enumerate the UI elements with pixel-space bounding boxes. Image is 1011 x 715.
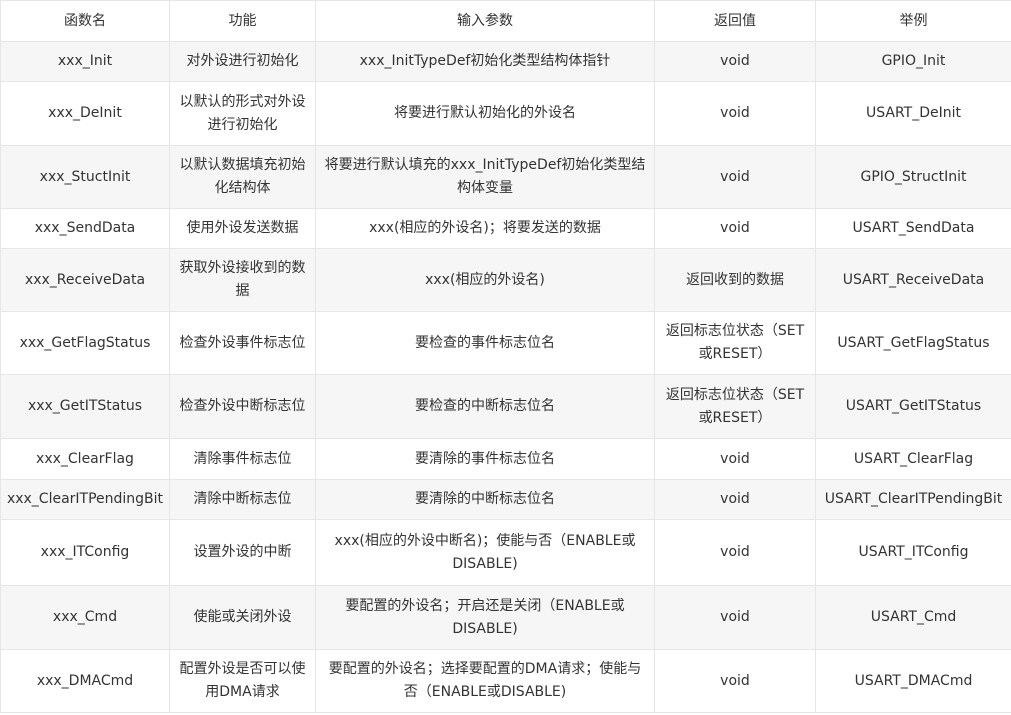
table-row: xxx_GetITStatus 检查外设中断标志位 要检查的中断标志位名 返回标… <box>0 374 1011 439</box>
table-row: xxx_SendData 使用外设发送数据 xxx(相应的外设名)；将要发送的数… <box>0 208 1011 249</box>
cell-function-name: xxx_DeInit <box>0 81 170 146</box>
cell-function-name: xxx_ClearITPendingBit <box>0 479 170 520</box>
cell-example: USART_ClearITPendingBit <box>815 479 1011 520</box>
cell-example: USART_DMACmd <box>815 649 1011 713</box>
cell-example: USART_ITConfig <box>815 519 1011 586</box>
table-row: xxx_ClearFlag 清除事件标志位 要清除的事件标志位名 void US… <box>0 438 1011 480</box>
cell-function-name: xxx_StuctInit <box>0 145 170 209</box>
cell-function: 获取外设接收到的数据 <box>169 248 316 312</box>
cell-example: USART_GetFlagStatus <box>815 311 1011 375</box>
cell-input-params: 要清除的事件标志位名 <box>315 438 655 480</box>
cell-return-value: void <box>654 649 816 713</box>
cell-function-name: xxx_GetFlagStatus <box>0 311 170 375</box>
cell-return-value: 返回收到的数据 <box>654 248 816 312</box>
header-function: 功能 <box>169 0 316 42</box>
cell-example: USART_ClearFlag <box>815 438 1011 480</box>
cell-input-params: xxx_InitTypeDef初始化类型结构体指针 <box>315 41 655 82</box>
cell-input-params: xxx(相应的外设名)；将要发送的数据 <box>315 208 655 249</box>
table-header-row: 函数名 功能 输入参数 返回值 举例 <box>0 0 1011 42</box>
table-row: xxx_Cmd 使能或关闭外设 要配置的外设名；开启还是关闭（ENABLE或DI… <box>0 585 1011 650</box>
cell-return-value: void <box>654 208 816 249</box>
cell-function-name: xxx_ClearFlag <box>0 438 170 480</box>
header-example: 举例 <box>815 0 1011 42</box>
cell-function-name: xxx_Cmd <box>0 585 170 650</box>
cell-return-value: 返回标志位状态（SET或RESET） <box>654 374 816 439</box>
header-function-name: 函数名 <box>0 0 170 42</box>
cell-function: 以默认的形式对外设进行初始化 <box>169 81 316 146</box>
cell-input-params: 要检查的事件标志位名 <box>315 311 655 375</box>
table-row: xxx_ITConfig 设置外设的中断 xxx(相应的外设中断名)；使能与否（… <box>0 519 1011 586</box>
cell-return-value: void <box>654 81 816 146</box>
cell-input-params: xxx(相应的外设中断名)；使能与否（ENABLE或DISABLE) <box>315 519 655 586</box>
table-row: xxx_ReceiveData 获取外设接收到的数据 xxx(相应的外设名) 返… <box>0 248 1011 312</box>
cell-example: USART_DeInit <box>815 81 1011 146</box>
cell-function: 检查外设事件标志位 <box>169 311 316 375</box>
cell-example: USART_Cmd <box>815 585 1011 650</box>
table-row: xxx_DeInit 以默认的形式对外设进行初始化 将要进行默认初始化的外设名 … <box>0 81 1011 146</box>
cell-function-name: xxx_DMACmd <box>0 649 170 713</box>
cell-return-value: void <box>654 479 816 520</box>
cell-input-params: 要配置的外设名；选择要配置的DMA请求；使能与否（ENABLE或DISABLE) <box>315 649 655 713</box>
cell-input-params: 要清除的中断标志位名 <box>315 479 655 520</box>
cell-function: 检查外设中断标志位 <box>169 374 316 439</box>
cell-return-value: void <box>654 438 816 480</box>
cell-function: 清除中断标志位 <box>169 479 316 520</box>
table-row: xxx_Init 对外设进行初始化 xxx_InitTypeDef初始化类型结构… <box>0 41 1011 82</box>
cell-return-value: void <box>654 519 816 586</box>
header-return-value: 返回值 <box>654 0 816 42</box>
cell-function: 设置外设的中断 <box>169 519 316 586</box>
cell-return-value: void <box>654 585 816 650</box>
cell-function: 清除事件标志位 <box>169 438 316 480</box>
cell-input-params: 要配置的外设名；开启还是关闭（ENABLE或DISABLE) <box>315 585 655 650</box>
cell-function: 以默认数据填充初始化结构体 <box>169 145 316 209</box>
cell-input-params: 将要进行默认填充的xxx_InitTypeDef初始化类型结构体变量 <box>315 145 655 209</box>
cell-example: USART_SendData <box>815 208 1011 249</box>
cell-function: 使用外设发送数据 <box>169 208 316 249</box>
cell-example: GPIO_Init <box>815 41 1011 82</box>
table-row: xxx_GetFlagStatus 检查外设事件标志位 要检查的事件标志位名 返… <box>0 311 1011 375</box>
cell-return-value: void <box>654 145 816 209</box>
function-table: 函数名 功能 输入参数 返回值 举例 xxx_Init 对外设进行初始化 xxx… <box>0 0 1011 713</box>
cell-input-params: 要检查的中断标志位名 <box>315 374 655 439</box>
cell-example: USART_GetITStatus <box>815 374 1011 439</box>
cell-function-name: xxx_SendData <box>0 208 170 249</box>
cell-function-name: xxx_ITConfig <box>0 519 170 586</box>
cell-input-params: xxx(相应的外设名) <box>315 248 655 312</box>
cell-function: 对外设进行初始化 <box>169 41 316 82</box>
cell-function-name: xxx_Init <box>0 41 170 82</box>
cell-function-name: xxx_ReceiveData <box>0 248 170 312</box>
table-row: xxx_DMACmd 配置外设是否可以使用DMA请求 要配置的外设名；选择要配置… <box>0 649 1011 713</box>
cell-function: 配置外设是否可以使用DMA请求 <box>169 649 316 713</box>
cell-example: GPIO_StructInit <box>815 145 1011 209</box>
cell-example: USART_ReceiveData <box>815 248 1011 312</box>
cell-input-params: 将要进行默认初始化的外设名 <box>315 81 655 146</box>
cell-return-value: 返回标志位状态（SET或RESET） <box>654 311 816 375</box>
header-input-params: 输入参数 <box>315 0 655 42</box>
cell-function-name: xxx_GetITStatus <box>0 374 170 439</box>
cell-return-value: void <box>654 41 816 82</box>
table-row: xxx_StuctInit 以默认数据填充初始化结构体 将要进行默认填充的xxx… <box>0 145 1011 209</box>
table-row: xxx_ClearITPendingBit 清除中断标志位 要清除的中断标志位名… <box>0 479 1011 520</box>
cell-function: 使能或关闭外设 <box>169 585 316 650</box>
